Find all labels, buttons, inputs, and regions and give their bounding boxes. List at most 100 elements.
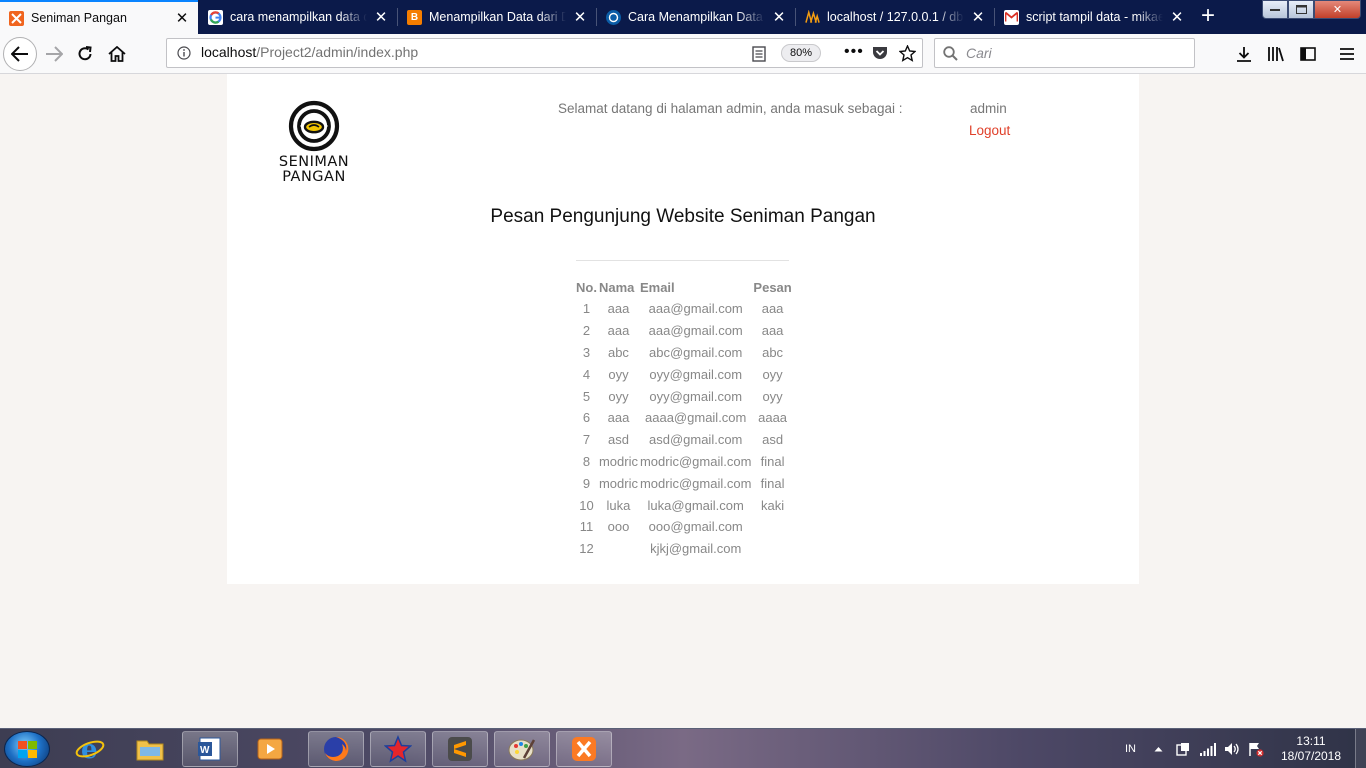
network-signal-icon[interactable]: [1200, 729, 1216, 768]
close-tab-icon[interactable]: ✕: [1169, 9, 1185, 26]
tab-menampilkan-data[interactable]: B Menampilkan Data dari Da ✕: [398, 0, 596, 34]
forward-button[interactable]: [40, 40, 68, 68]
cell-nama: modric: [598, 475, 638, 491]
minimize-button[interactable]: [1262, 0, 1288, 19]
action-center-icon[interactable]: [1176, 729, 1190, 768]
back-arrow-icon: [11, 46, 28, 62]
show-desktop-button[interactable]: [1355, 729, 1366, 768]
seniman-pangan-logo: SENIMAN PANGAN: [277, 100, 351, 185]
admin-panel: SENIMAN PANGAN Selamat datang di halaman…: [227, 74, 1139, 584]
search-placeholder: Cari: [966, 45, 992, 61]
cell-nama: [598, 538, 639, 560]
messages-table-body: 1 aaa aaa@gmail.com aaa 2 aaa aaa@gmail.com aaa…: [575, 298, 793, 560]
tab-cara-menampilkan-data-2[interactable]: Cara Menampilkan Data d ✕: [597, 0, 795, 34]
downloads-button[interactable]: [1230, 40, 1258, 68]
close-tab-icon[interactable]: ✕: [572, 9, 588, 26]
clock-time: 13:11: [1296, 734, 1326, 748]
cell-email: oyy@gmail.com: [649, 366, 743, 382]
volume-icon[interactable]: [1224, 729, 1240, 768]
menu-button[interactable]: [1333, 40, 1361, 68]
info-icon[interactable]: [177, 46, 191, 60]
url-text[interactable]: localhost/Project2/admin/index.php: [201, 44, 418, 62]
cell-pesan: asd: [762, 432, 784, 448]
cell-pesan: final: [760, 453, 785, 469]
phpmyadmin-icon: [805, 10, 820, 25]
tab-label: cara menampilkan data d: [230, 10, 367, 24]
tab-seniman-pangan[interactable]: Seniman Pangan ✕: [0, 0, 198, 34]
cell-no: 7: [582, 432, 591, 448]
bookmark-star-icon[interactable]: [899, 45, 916, 62]
table-row: 8 modric modric@gmail.com final: [575, 451, 793, 473]
cell-pesan: aaaa: [758, 410, 788, 426]
reader-view-icon[interactable]: [752, 46, 766, 62]
windows-taskbar: e W IN 13:11 18/07/2018: [0, 728, 1366, 768]
reload-button[interactable]: [71, 40, 99, 68]
logout-link[interactable]: Logout: [969, 123, 1010, 138]
library-button[interactable]: [1262, 40, 1290, 68]
svg-text:W: W: [200, 745, 210, 756]
wordpress-icon: [606, 9, 621, 25]
cell-email: luka@gmail.com: [647, 497, 744, 513]
address-bar[interactable]: localhost/Project2/admin/index.php 80% •…: [166, 38, 923, 68]
logged-in-username: admin: [970, 101, 1007, 116]
tab-script-tampil-data[interactable]: script tampil data - mikae ✕: [995, 0, 1193, 34]
restore-button[interactable]: [1288, 0, 1314, 19]
cell-nama: oyy: [608, 366, 629, 382]
close-tab-icon[interactable]: ✕: [970, 9, 986, 26]
cell-email: aaa@gmail.com: [648, 323, 743, 339]
table-row: 11 ooo ooo@gmail.com: [575, 516, 793, 538]
language-indicator[interactable]: IN: [1125, 729, 1136, 768]
show-hidden-icons-icon[interactable]: [1154, 729, 1163, 768]
back-button[interactable]: [3, 37, 37, 71]
search-bar[interactable]: Cari: [934, 38, 1195, 68]
hamburger-menu-icon: [1340, 48, 1354, 60]
star-app-icon[interactable]: [370, 731, 426, 767]
sidebar-button[interactable]: [1294, 40, 1322, 68]
cell-pesan: oyy: [762, 366, 783, 382]
file-explorer-icon[interactable]: [122, 731, 178, 767]
system-clock[interactable]: 13:11 18/07/2018: [1280, 734, 1342, 764]
home-button[interactable]: [103, 40, 131, 68]
cell-nama: aaa: [607, 323, 630, 339]
windows-logo-icon: [18, 741, 37, 758]
cell-pesan: [752, 538, 792, 560]
cell-email: abc@gmail.com: [648, 344, 743, 360]
paint-icon[interactable]: [494, 731, 550, 767]
table-row: 10 luka luka@gmail.com kaki: [575, 494, 793, 516]
zoom-level-badge[interactable]: 80%: [781, 44, 822, 62]
xampp-icon[interactable]: [556, 731, 612, 767]
close-tab-icon[interactable]: ✕: [771, 9, 787, 26]
page-actions-icon[interactable]: •••: [844, 43, 864, 61]
cell-no: 8: [582, 453, 591, 469]
cell-email: oyy@gmail.com: [649, 388, 743, 404]
cell-no: 9: [582, 475, 591, 491]
cell-pesan: aaa: [761, 301, 784, 317]
table-row: 1 aaa aaa@gmail.com aaa: [575, 298, 793, 320]
cell-no: 11: [579, 519, 594, 535]
media-player-icon[interactable]: [242, 731, 298, 767]
close-tab-icon[interactable]: ✕: [174, 10, 190, 27]
cell-nama: asd: [607, 432, 629, 448]
cell-no: 1: [582, 301, 591, 317]
cell-no: 2: [582, 323, 591, 339]
pocket-icon[interactable]: [872, 46, 888, 61]
word-icon[interactable]: W: [182, 731, 238, 767]
close-tab-icon[interactable]: ✕: [373, 9, 389, 26]
tab-label: Seniman Pangan: [31, 11, 127, 25]
tab-phpmyadmin[interactable]: localhost / 127.0.0.1 / dbp ✕: [796, 0, 994, 34]
tab-cara-menampilkan-data[interactable]: cara menampilkan data d ✕: [199, 0, 397, 34]
sublime-text-icon[interactable]: [432, 731, 488, 767]
tab-label: Menampilkan Data dari Da: [429, 10, 566, 24]
close-window-button[interactable]: ✕: [1314, 0, 1361, 19]
xampp-icon: [9, 10, 24, 26]
new-tab-button[interactable]: +: [1196, 4, 1220, 29]
forward-arrow-icon: [46, 46, 63, 62]
internet-explorer-icon[interactable]: e: [62, 731, 118, 767]
tab-label: localhost / 127.0.0.1 / dbp: [827, 10, 964, 24]
table-row: 12 kjkj@gmail.com: [575, 538, 793, 560]
cell-nama: oyy: [608, 388, 629, 404]
firefox-icon[interactable]: [308, 731, 364, 767]
notification-flag-icon[interactable]: [1248, 729, 1264, 768]
cell-email: aaaa@gmail.com: [645, 410, 747, 426]
start-button[interactable]: [4, 731, 50, 767]
